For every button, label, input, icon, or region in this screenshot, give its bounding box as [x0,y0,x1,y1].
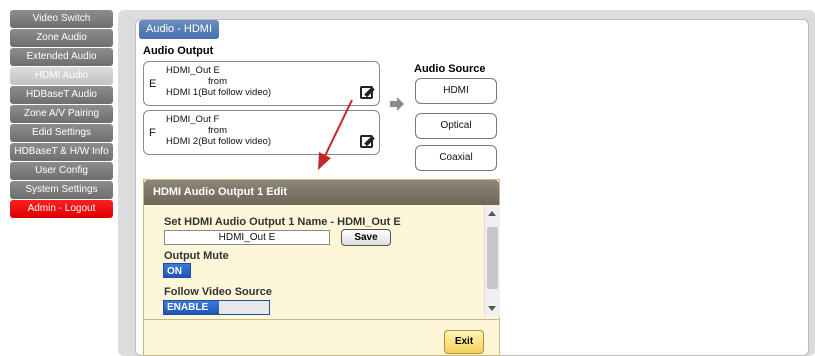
scroll-down-icon[interactable] [488,306,496,311]
dialog-divider [144,319,499,320]
audio-source-heading: Audio Source [414,63,486,75]
audio-output-heading: Audio Output [143,45,214,57]
sidebar-item-zone-audio[interactable]: Zone Audio [10,29,113,47]
follow-video-toggle-label: ENABLE [164,301,219,314]
output-name: HDMI_Out F [166,114,220,125]
app-root: Video Switch Zone Audio Extended Audio H… [0,0,815,356]
edit-dialog: HDMI Audio Output 1 Edit Set HDMI Audio … [143,179,500,356]
output-source: HDMI 2(But follow video) [166,136,272,147]
dialog-title: HDMI Audio Output 1 Edit [144,180,499,205]
name-input[interactable]: HDMI_Out E [164,230,330,245]
source-button-coaxial[interactable]: Coaxial [415,145,497,171]
source-button-hdmi[interactable]: HDMI [415,78,497,104]
scrollbar-thumb[interactable] [487,227,498,289]
output-from-label: from [208,76,227,87]
follow-video-label: Follow Video Source [164,286,272,298]
output-from-label: from [208,125,227,136]
output-source: HDMI 1(But follow video) [166,87,272,98]
sidebar: Video Switch Zone Audio Extended Audio H… [10,10,113,219]
output-name: HDMI_Out E [166,65,220,76]
sidebar-item-hdmi-audio[interactable]: HDMI Audio [10,67,113,85]
sidebar-item-user-config[interactable]: User Config [10,162,113,180]
sidebar-item-hdbaset-audio[interactable]: HDBaseT Audio [10,86,113,104]
sidebar-item-zone-av-pairing[interactable]: Zone A/V Pairing [10,105,113,123]
name-label: Set HDMI Audio Output 1 Name - HDMI_Out … [164,216,401,228]
edit-icon[interactable] [360,135,373,148]
output-card-e[interactable]: E HDMI_Out E from HDMI 1(But follow vide… [143,61,380,106]
follow-video-toggle[interactable]: ENABLE [163,300,270,315]
output-letter: E [149,78,157,90]
dialog-scrollbar[interactable] [484,205,500,317]
page-title: Audio - HDMI [139,20,220,39]
output-mute-label: Output Mute [164,250,229,262]
output-letter: F [149,127,156,139]
sidebar-item-extended-audio[interactable]: Extended Audio [10,48,113,66]
scroll-up-icon[interactable] [488,211,496,216]
sidebar-item-hdbaset-hw-info[interactable]: HDBaseT & H/W Info [10,143,113,161]
exit-button[interactable]: Exit [444,330,484,354]
output-mute-toggle[interactable]: ON [163,263,191,278]
save-button[interactable]: Save [341,229,391,246]
sidebar-item-video-switch[interactable]: Video Switch [10,10,113,28]
edit-icon[interactable] [360,86,373,99]
source-button-optical[interactable]: Optical [415,113,497,139]
logout-button[interactable]: Admin - Logout [10,200,113,218]
output-card-f[interactable]: F HDMI_Out F from HDMI 2(But follow vide… [143,110,380,155]
sidebar-item-edid-settings[interactable]: Edid Settings [10,124,113,142]
sidebar-item-system-settings[interactable]: System Settings [10,181,113,199]
arrow-right-icon [390,97,404,111]
